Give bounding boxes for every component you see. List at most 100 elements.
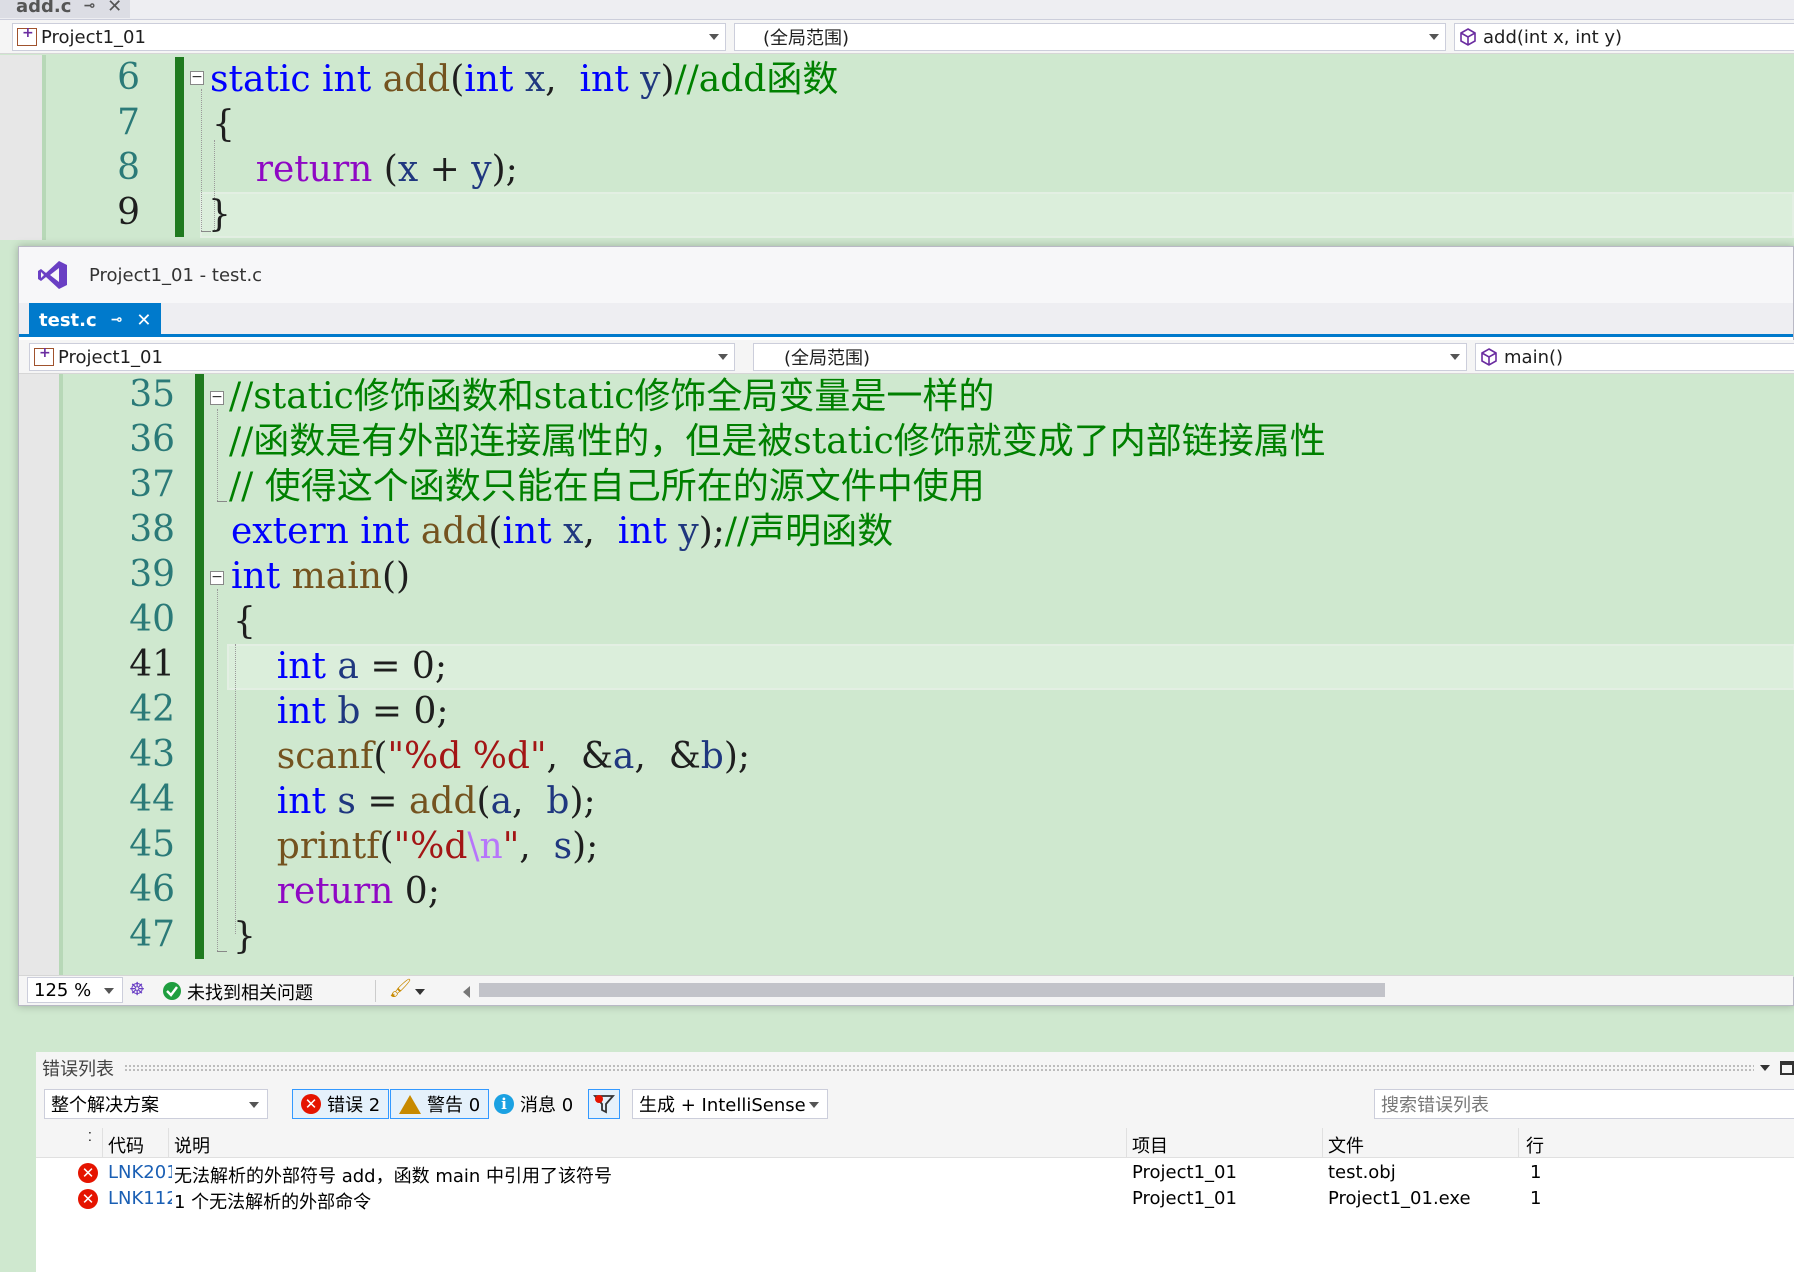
member-dropdown[interactable]: main(): [1475, 343, 1794, 371]
scroll-left-icon[interactable]: [463, 986, 470, 998]
pin-icon[interactable]: ⊸: [111, 312, 123, 328]
chevron-down-icon: [809, 1102, 819, 1108]
errors-count-label: 错误 2: [327, 1095, 381, 1116]
code-line-39: int main(): [231, 556, 411, 597]
scope-dropdown-value: (全局范围): [784, 348, 871, 369]
column-header-code[interactable]: 代码: [108, 1132, 144, 1158]
panel-menu-chevron-icon[interactable]: [1760, 1065, 1770, 1071]
member-dropdown-value: add(int x, int y): [1483, 26, 1623, 48]
tab-test-c[interactable]: test.c ⊸ ✕: [29, 303, 162, 337]
build-filter-dropdown[interactable]: 生成 + IntelliSense: [632, 1089, 828, 1119]
scope-dropdown[interactable]: (全局范围): [753, 343, 1467, 371]
line-number: 44: [129, 779, 175, 820]
chevron-down-icon: [1429, 34, 1439, 40]
ai-assistant-icon[interactable]: ☸: [129, 979, 145, 1000]
error-icon: ✕: [78, 1163, 98, 1183]
line-number: 47: [129, 914, 175, 955]
column-divider: [102, 1128, 103, 1158]
pin-icon[interactable]: ⊸: [83, 0, 95, 14]
error-list-title: 错误列表: [42, 1059, 114, 1080]
line-number: 40: [129, 599, 175, 640]
tab-add-c-label: add.c: [16, 0, 72, 17]
fold-guide-end: [217, 501, 227, 502]
fold-guide: [201, 89, 202, 231]
collapse-icon[interactable]: −: [210, 570, 224, 585]
check-icon: [163, 982, 181, 1000]
line-number: 6: [117, 57, 140, 98]
line-number: 38: [129, 509, 175, 550]
method-cube-icon: [1460, 28, 1476, 46]
errors-toggle-button[interactable]: ✕ 错误 2: [292, 1089, 390, 1119]
column-header-file[interactable]: 文件: [1328, 1132, 1364, 1158]
chevron-down-icon: [1450, 354, 1460, 360]
tab-add-c[interactable]: add.c ⊸ ✕: [0, 0, 131, 18]
column-divider: [1126, 1128, 1127, 1158]
add-c-editor-window: add.c ⊸ ✕ Project1_01 (全局范围) add(int x, …: [0, 0, 1794, 240]
project-dropdown[interactable]: Project1_01: [29, 343, 735, 371]
project-icon: [34, 345, 54, 366]
member-dropdown[interactable]: add(int x, int y): [1454, 23, 1794, 51]
method-cube-icon: [1481, 348, 1497, 366]
messages-count-label: 消息 0: [520, 1095, 574, 1116]
horizontal-scrollbar-thumb[interactable]: [479, 983, 1385, 997]
code-line-46: return 0;: [276, 871, 440, 912]
test-c-code-area[interactable]: 35 36 37 38 39 40 41 42 43 44 45 46 47 −…: [19, 374, 1794, 977]
line-number: 7: [117, 102, 140, 143]
close-icon[interactable]: ✕: [107, 0, 122, 17]
table-row[interactable]: ✕ LNK1120 1 个无法解析的外部命令 Project1_01 Proje…: [36, 1184, 1794, 1214]
filter-button[interactable]: [588, 1089, 620, 1119]
add-c-code-area[interactable]: 6 7 8 9 − static int add(int x, int y)//…: [0, 55, 1794, 240]
sort-grip-icon[interactable]: ⁚: [88, 1130, 92, 1144]
member-dropdown-value: main(): [1504, 346, 1564, 368]
line-number: 35: [129, 374, 175, 415]
code-line-47: }: [233, 916, 256, 957]
column-header-description[interactable]: 说明: [174, 1132, 210, 1158]
error-line: 1: [1530, 1162, 1542, 1183]
zoom-dropdown[interactable]: 125 %: [27, 977, 123, 1003]
line-number: 39: [129, 554, 175, 595]
column-divider: [168, 1128, 169, 1158]
current-line-number: 9: [117, 192, 140, 233]
maximize-icon[interactable]: [1780, 1061, 1794, 1075]
issues-status-text[interactable]: 未找到相关问题: [187, 979, 313, 1005]
fold-guide: [217, 409, 218, 501]
error-list-search-input[interactable]: 搜索错误列表: [1374, 1089, 1794, 1119]
close-icon[interactable]: ✕: [136, 310, 151, 331]
error-icon: ✕: [301, 1094, 321, 1114]
code-line-43: scanf("%d %d", &a, &b);: [276, 736, 750, 777]
error-code[interactable]: LNK1120: [108, 1188, 172, 1209]
column-divider: [1518, 1128, 1519, 1158]
fold-guide-end: [217, 951, 227, 952]
panel-grip[interactable]: [124, 1064, 1754, 1072]
collapse-icon[interactable]: −: [210, 390, 224, 405]
error-code[interactable]: LNK2019: [108, 1162, 172, 1183]
add-c-tab-bar: add.c ⊸ ✕: [0, 0, 1794, 20]
code-line-6: static int add(int x, int y)//add函数: [210, 59, 839, 100]
project-dropdown[interactable]: Project1_01: [12, 23, 726, 51]
column-header-line[interactable]: 行: [1526, 1132, 1544, 1158]
scope-dropdown[interactable]: (全局范围): [734, 23, 1446, 51]
line-number: 42: [129, 689, 175, 730]
window-title-bar[interactable]: Project1_01 - test.c: [19, 247, 1793, 303]
column-header-project[interactable]: 项目: [1132, 1132, 1168, 1158]
error-list-rows: ✕ LNK2019 无法解析的外部符号 add，函数 main 中引用了该符号 …: [36, 1158, 1794, 1272]
error-project: Project1_01: [1132, 1188, 1237, 1209]
code-line-8: return (x + y);: [255, 149, 518, 190]
collapse-icon[interactable]: −: [190, 70, 204, 85]
scope-filter-dropdown[interactable]: 整个解决方案: [44, 1089, 268, 1119]
warnings-toggle-button[interactable]: 警告 0: [390, 1089, 490, 1119]
line-number: 45: [129, 824, 175, 865]
project-dropdown-value: Project1_01: [41, 26, 146, 48]
zoom-value: 125 %: [34, 979, 92, 1001]
messages-toggle-button[interactable]: i 消息 0: [494, 1089, 573, 1119]
change-indicator-bar: [175, 57, 184, 237]
code-line-38: extern int add(int x, int y);//声明函数: [231, 511, 894, 552]
chevron-down-icon[interactable]: [415, 989, 425, 995]
change-indicator-bar: [195, 374, 204, 959]
code-line-37: // 使得这个函数只能在自己所在的源文件中使用: [229, 466, 985, 507]
warning-icon: [399, 1094, 421, 1114]
column-divider: [1322, 1128, 1323, 1158]
code-cleanup-brush-icon[interactable]: 🖌: [389, 978, 412, 999]
line-number: 43: [129, 734, 175, 775]
fold-guide: [217, 589, 218, 951]
